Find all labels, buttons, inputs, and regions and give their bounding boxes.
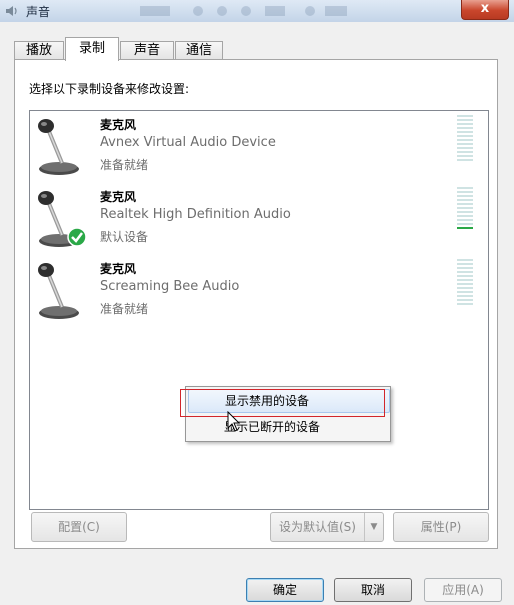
level-meter	[457, 259, 473, 309]
device-status: 准备就绪	[100, 302, 149, 316]
title-bar: 声音 x	[0, 0, 514, 23]
speaker-icon	[6, 6, 17, 16]
tab-playback[interactable]: 播放	[14, 41, 64, 60]
device-status: 默认设备	[100, 230, 149, 244]
device-item[interactable]: 麦克风 Avnex Virtual Audio Device 准备就绪	[30, 113, 488, 183]
close-button[interactable]: x	[461, 0, 509, 20]
device-name: 麦克风	[100, 262, 137, 276]
cancel-button[interactable]: 取消	[334, 578, 412, 602]
tab-recording[interactable]: 录制	[65, 37, 119, 61]
highlight-annotation-box	[180, 389, 385, 417]
tab-communications[interactable]: 通信	[175, 41, 223, 60]
chevron-down-icon[interactable]: ▼	[364, 513, 383, 541]
properties-button[interactable]: 属性(P)	[393, 512, 489, 542]
set-default-button[interactable]: 设为默认值(S) ▼	[270, 512, 384, 542]
level-meter	[457, 115, 473, 165]
recording-panel: 选择以下录制设备来修改设置: 麦克风 Avnex Virtual Audio D…	[14, 59, 498, 549]
device-list[interactable]: 麦克风 Avnex Virtual Audio Device 准备就绪 麦克风 …	[29, 110, 489, 510]
microphone-icon	[38, 119, 79, 175]
configure-button[interactable]: 配置(C)	[31, 512, 127, 542]
taskbar-ghost-icons	[140, 6, 347, 16]
apply-button[interactable]: 应用(A)	[424, 578, 502, 602]
level-meter	[457, 187, 473, 237]
default-check-icon	[67, 227, 87, 247]
device-status: 准备就绪	[100, 158, 149, 172]
device-item[interactable]: 麦克风 Realtek High Definition Audio 默认设备	[30, 185, 488, 255]
sound-dialog: 播放 录制 声音 通信 选择以下录制设备来修改设置: 麦克风 Avnex Vir…	[0, 22, 514, 605]
device-name: 麦克风	[100, 118, 137, 132]
device-description: Realtek High Definition Audio	[100, 207, 291, 222]
device-description: Screaming Bee Audio	[100, 279, 240, 294]
device-name: 麦克风	[100, 190, 137, 204]
device-description: Avnex Virtual Audio Device	[100, 135, 276, 150]
microphone-icon	[38, 263, 79, 319]
close-icon: x	[480, 1, 490, 16]
tab-sounds[interactable]: 声音	[120, 41, 174, 60]
instruction-text: 选择以下录制设备来修改设置:	[29, 82, 190, 96]
mouse-cursor-icon	[227, 411, 241, 432]
ok-button[interactable]: 确定	[246, 578, 324, 602]
window-title: 声音	[26, 5, 51, 19]
device-item[interactable]: 麦克风 Screaming Bee Audio 准备就绪	[30, 257, 488, 327]
menu-item-show-disconnected[interactable]: 显示已断开的设备	[188, 415, 388, 439]
